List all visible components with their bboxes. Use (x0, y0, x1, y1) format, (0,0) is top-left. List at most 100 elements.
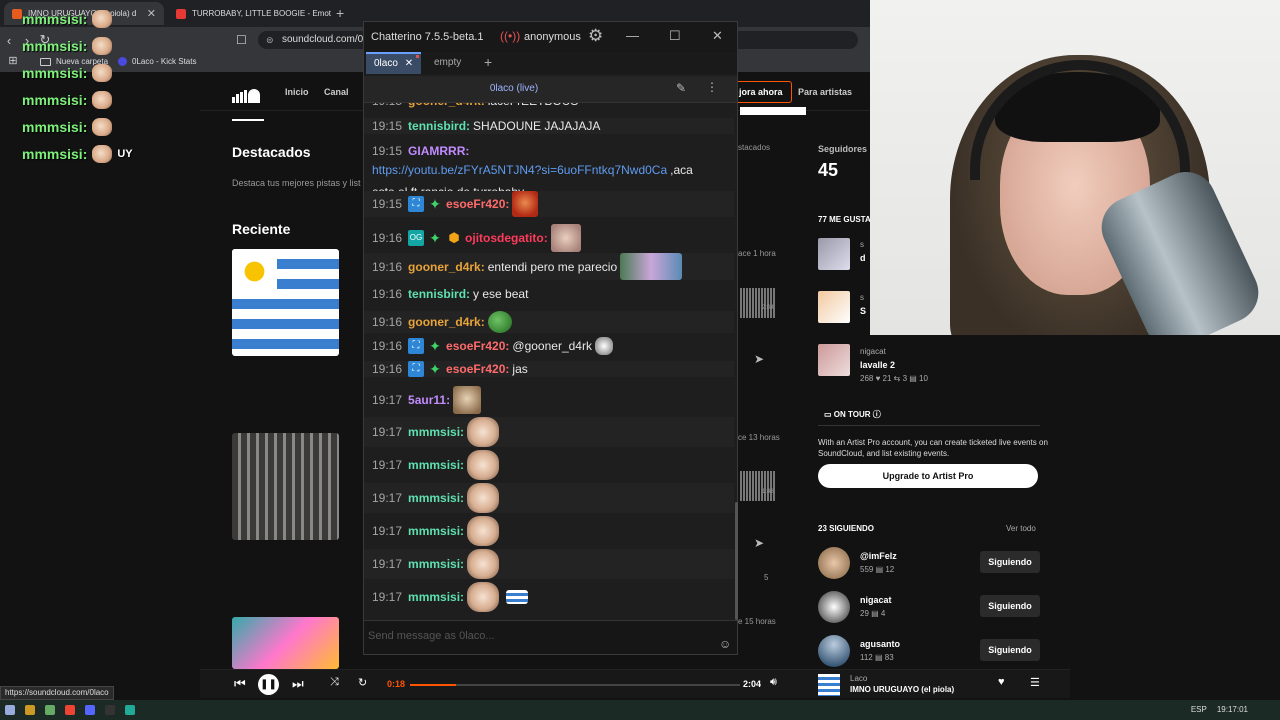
explorer-icon[interactable] (25, 705, 35, 715)
chat-message[interactable]: 19:16 gooner_d4rk: entendi pero me parecio (364, 253, 734, 280)
chatterino-icon[interactable] (125, 705, 135, 715)
verified-badge-icon[interactable]: ✦ (427, 361, 443, 377)
now-playing-title[interactable]: IMNO URUGUAYO (el piola) (850, 685, 954, 694)
likes-heading[interactable]: 77 ME GUSTA (818, 215, 871, 224)
share-icon[interactable]: ➤ (754, 352, 764, 366)
verified-badge-icon[interactable]: ✦ (427, 196, 443, 212)
message-username[interactable]: mmmsisi: (408, 556, 464, 572)
following-button[interactable]: Siguiendo (980, 551, 1040, 573)
liked-track-artist[interactable]: nigacat (860, 347, 886, 356)
following-heading[interactable]: 23 SIGUIENDO (818, 524, 874, 533)
message-username[interactable]: tennisbird: (408, 286, 470, 302)
like-icon[interactable]: ♥ (998, 676, 1005, 688)
channel-name[interactable]: 0laco (live) (364, 83, 664, 94)
clock[interactable]: 19:17:01 (1217, 705, 1248, 714)
discord-icon[interactable] (85, 705, 95, 715)
message-username[interactable]: mmmsisi: (408, 523, 464, 539)
next-track-icon[interactable]: ⏭ (292, 676, 304, 692)
streamer-mode-icon[interactable]: ((•)) (500, 29, 520, 43)
chat-message[interactable]: 19:16 gooner_d4rk: (364, 311, 734, 333)
emote-picker-icon[interactable]: ☺ (719, 637, 731, 651)
message-username[interactable]: gooner_d4rk: (408, 259, 485, 275)
following-button[interactable]: Siguiendo (980, 639, 1040, 661)
start-icon[interactable] (5, 705, 15, 715)
message-username[interactable]: mmmsisi: (408, 589, 464, 605)
chat-message[interactable]: 19:17 mmmsisi: (372, 450, 722, 480)
share-icon[interactable]: ➤ (754, 536, 764, 550)
tab-empty[interactable]: empty (426, 52, 469, 74)
liked-track-title[interactable]: lavalle 2 (860, 360, 895, 370)
pig-emote-icon[interactable] (467, 450, 500, 480)
info-icon[interactable]: ⓘ (873, 410, 881, 419)
verified-badge-icon[interactable]: ✦ (427, 230, 443, 246)
liked-track-artist[interactable]: s (860, 240, 864, 249)
close-window-icon[interactable]: ✕ (712, 28, 723, 44)
split-menu-icon[interactable]: ⋮ (706, 80, 718, 94)
chat-message[interactable]: 19:15 ⛶ ✦ esoeFr420: (364, 191, 734, 217)
settings-gear-icon[interactable]: ⚙ (588, 26, 603, 46)
bookmark-icon[interactable]: ☐ (236, 33, 247, 47)
chat-message[interactable]: 19:16 OG ✦ ⬢ ojitosdegatito: (372, 224, 722, 252)
wolf-emote-icon[interactable] (594, 337, 613, 355)
following-name[interactable]: @imFelz (860, 551, 897, 561)
maximize-icon[interactable]: ☐ (669, 28, 681, 44)
face-emote-icon[interactable] (512, 191, 539, 217)
message-username[interactable]: esoeFr420: (446, 196, 509, 212)
input-language[interactable]: ESP (1191, 705, 1207, 714)
upgrade-artist-pro-button[interactable]: Upgrade to Artist Pro (818, 464, 1038, 488)
pig-emote-icon[interactable] (467, 516, 500, 546)
tab-0laco[interactable]: 0laco ✕ (366, 52, 422, 74)
message-link[interactable]: https://youtu.be/zFYrA5NTJN4?si=6uoFFntk… (372, 162, 667, 178)
moderation-tools-icon[interactable]: ✎ (676, 81, 686, 95)
chat-message[interactable]: 19:15 tennisbird: SHADOUNE JAJAJAJA (364, 118, 734, 134)
chat-messages[interactable]: 19:15gooner_d4rk:laceFrEETBOUS 19:15tenni… (364, 103, 734, 620)
liked-track-artwork[interactable] (818, 344, 850, 376)
following-button[interactable]: Siguiendo (980, 595, 1040, 617)
track-waveform[interactable] (740, 288, 776, 318)
message-input[interactable] (368, 627, 708, 645)
now-playing-artist[interactable]: Laco (850, 674, 867, 683)
liked-track-artwork[interactable] (818, 238, 850, 270)
chat-scrollbar[interactable] (735, 502, 738, 620)
pig-emote-icon[interactable] (467, 417, 500, 447)
message-username[interactable]: tennisbird: (408, 118, 470, 134)
track-artwork[interactable] (232, 617, 339, 669)
new-tab-icon[interactable]: + (336, 5, 344, 21)
message-username[interactable]: esoeFr420: (446, 361, 509, 377)
track-waveform[interactable] (740, 471, 776, 501)
browser-tab-inactive[interactable]: TURROBABY, LITTLE BOOGIE - Emot (168, 2, 340, 25)
pig-emote-icon[interactable] (467, 483, 500, 513)
nav-feed-link[interactable]: Canal (324, 87, 349, 97)
obs-icon[interactable] (105, 705, 115, 715)
chat-message[interactable]: 19:15 gooner_d4rk:laceFrEETBOUS (372, 103, 722, 109)
verified-badge-icon[interactable]: ✦ (427, 338, 443, 354)
app-icon[interactable] (45, 705, 55, 715)
cat-emote-icon[interactable] (550, 224, 581, 252)
track-artwork[interactable] (232, 433, 339, 540)
frog-emote-icon[interactable] (487, 311, 512, 333)
message-username[interactable]: gooner_d4rk: (408, 314, 485, 330)
gift-badge-icon[interactable]: ⬢ (446, 230, 462, 246)
sub-badge-icon[interactable]: ⛶ (408, 196, 425, 212)
message-username[interactable]: ojitosdegatito: (465, 230, 548, 246)
liked-track-title[interactable]: d (860, 253, 866, 263)
account-switcher[interactable]: anonymous (524, 31, 581, 43)
message-username[interactable]: esoeFr420: (446, 338, 509, 354)
liked-track-title[interactable]: S (860, 306, 866, 316)
track-artwork[interactable] (232, 249, 339, 356)
og-badge-icon[interactable]: OG (408, 230, 425, 246)
queue-icon[interactable]: ☰ (1030, 676, 1040, 689)
sub-badge-icon[interactable]: ⛶ (408, 361, 425, 377)
message-username[interactable]: 5aur11: (408, 392, 450, 408)
site-info-icon[interactable]: ⊜ (266, 31, 274, 49)
chat-message[interactable]: 19:17 5aur11: (372, 386, 722, 414)
pig-emote-icon[interactable] (467, 582, 500, 612)
wide-emote-icon[interactable] (620, 253, 683, 280)
previous-track-icon[interactable]: ⏮ (234, 676, 246, 692)
following-name[interactable]: nigacat (860, 595, 892, 605)
chat-message[interactable]: 19:17 mmmsisi: (364, 483, 734, 513)
pig-emote-icon[interactable] (467, 549, 500, 579)
nav-home-link[interactable]: Inicio (285, 87, 309, 97)
add-tab-icon[interactable]: + (484, 54, 492, 70)
chat-message[interactable]: 19:16 ⛶ ✦ esoeFr420: @gooner_d4rk (372, 337, 722, 355)
